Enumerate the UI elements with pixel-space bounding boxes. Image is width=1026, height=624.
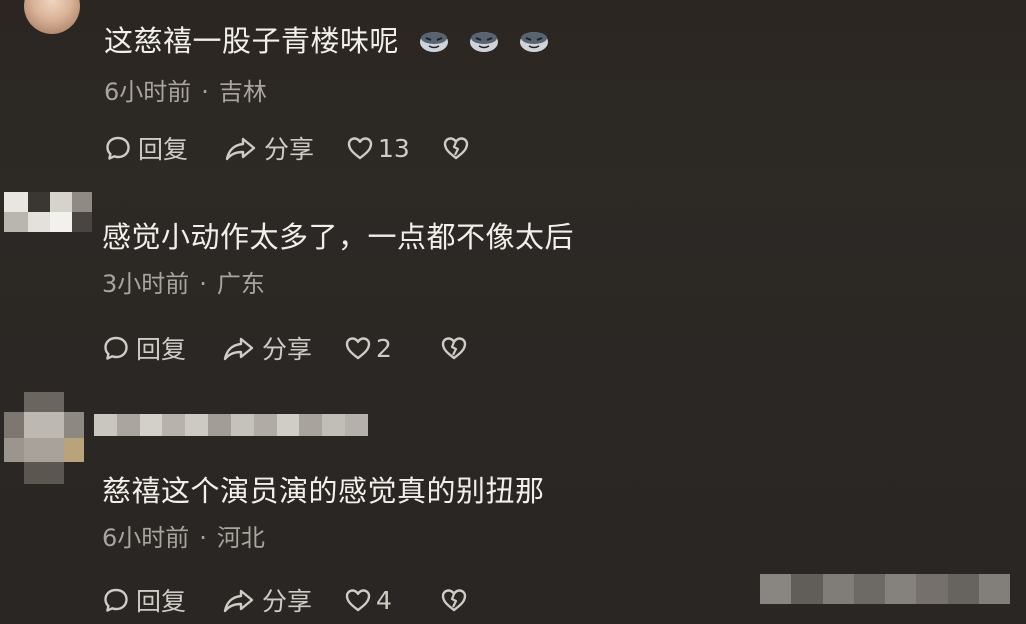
comment-text: 这慈禧一股子青楼味呢 <box>104 18 549 60</box>
meta-separator: · <box>199 270 207 298</box>
like-count: 2 <box>376 333 392 363</box>
reply-button[interactable]: 回复 <box>104 130 224 166</box>
comment-meta: 6小时前 · 吉林 <box>104 72 267 107</box>
comment-location: 吉林 <box>218 78 267 106</box>
comment-item: 这慈禧一股子青楼味呢 6小时前 · 吉林 回复 分享 13 <box>0 0 1026 192</box>
comment-location: 广东 <box>216 270 265 298</box>
like-button[interactable]: 13 <box>346 134 442 163</box>
heart-icon <box>345 337 371 360</box>
broken-heart-icon <box>441 589 467 612</box>
comment-item: 感觉小动作太多了，一点都不像太后 3小时前 · 广东 回复 分享 2 <box>0 192 1026 392</box>
comment-actions: 回复 分享 13 <box>104 130 470 166</box>
comment-meta: 3小时前 · 广东 <box>102 264 265 299</box>
avatar[interactable] <box>4 192 92 232</box>
share-button[interactable]: 分享 <box>222 330 344 366</box>
share-arrow-icon <box>223 589 254 613</box>
meta-separator: · <box>199 524 207 552</box>
smirk-emoji-icon <box>469 26 499 52</box>
heart-icon <box>347 137 373 160</box>
comment-list: 这慈禧一股子青楼味呢 6小时前 · 吉林 回复 分享 13 感觉小动作太多了，一… <box>0 0 1026 624</box>
dislike-button[interactable] <box>440 335 468 361</box>
dislike-button[interactable] <box>440 587 468 613</box>
like-count: 4 <box>376 585 392 615</box>
broken-heart-icon <box>441 337 467 360</box>
reply-button[interactable]: 回复 <box>102 330 222 366</box>
comment-time: 3小时前 <box>102 270 190 298</box>
avatar[interactable] <box>24 0 80 34</box>
broken-heart-icon <box>443 137 469 160</box>
username[interactable] <box>94 414 368 436</box>
reply-button[interactable]: 回复 <box>102 582 222 618</box>
comment-actions: 回复 分享 4 <box>102 582 468 618</box>
comment-location: 河北 <box>216 524 265 552</box>
like-button[interactable]: 4 <box>344 586 440 615</box>
comment-time: 6小时前 <box>102 524 190 552</box>
share-arrow-icon <box>225 137 256 161</box>
comment-meta: 6小时前 · 河北 <box>102 518 265 553</box>
dislike-button[interactable] <box>442 135 470 161</box>
heart-icon <box>345 589 371 612</box>
smirk-emoji-icon <box>519 26 549 52</box>
like-count: 13 <box>378 133 410 163</box>
watermark <box>760 574 1010 604</box>
comment-actions: 回复 分享 2 <box>102 330 468 366</box>
comment-bubble-icon <box>104 336 128 360</box>
avatar[interactable] <box>4 392 84 484</box>
smirk-emoji-icon <box>419 26 449 52</box>
meta-separator: · <box>201 78 209 106</box>
comment-text: 慈禧这个演员演的感觉真的别扭那 <box>102 474 545 508</box>
comment-time: 6小时前 <box>104 78 192 106</box>
share-button[interactable]: 分享 <box>222 582 344 618</box>
comment-text: 感觉小动作太多了，一点都不像太后 <box>102 220 575 254</box>
share-arrow-icon <box>223 337 254 361</box>
comment-bubble-icon <box>104 588 128 612</box>
like-button[interactable]: 2 <box>344 334 440 363</box>
share-button[interactable]: 分享 <box>224 130 346 166</box>
comment-bubble-icon <box>106 136 130 160</box>
